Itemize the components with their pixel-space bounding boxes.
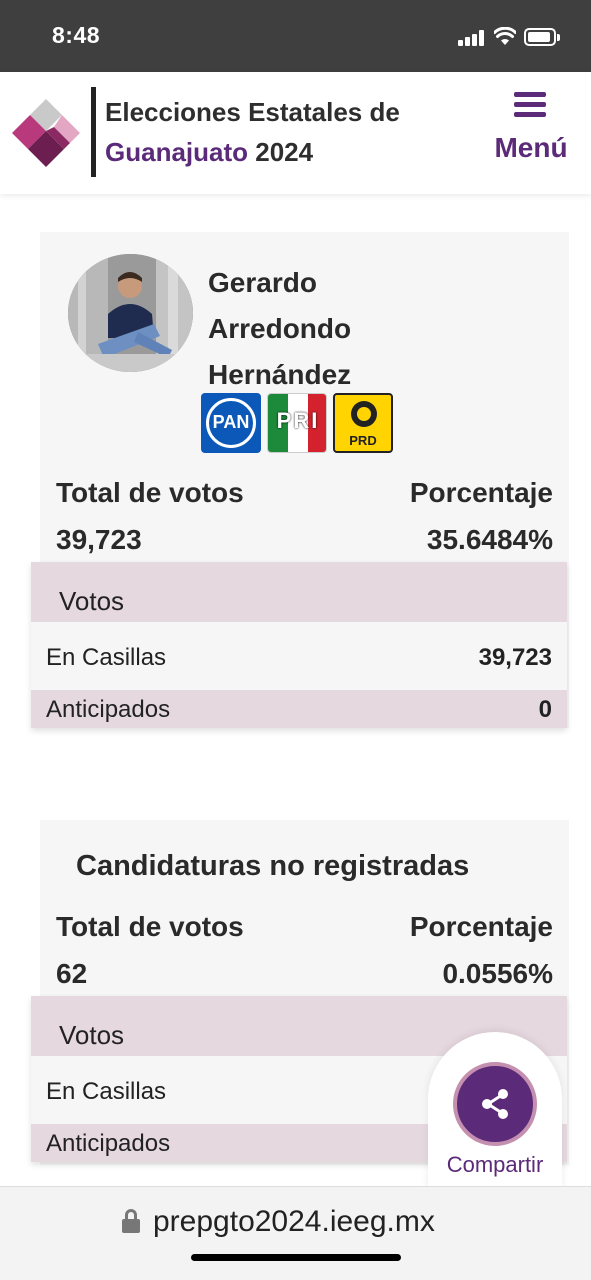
share-icon bbox=[482, 1089, 508, 1119]
status-bar: 8:48 bbox=[0, 0, 591, 72]
browser-address-bar[interactable]: prepgto2024.ieeg.mx bbox=[0, 1186, 591, 1280]
row-label: En Casillas bbox=[46, 644, 167, 671]
section-title: Candidaturas no registradas bbox=[76, 850, 470, 882]
header-divider bbox=[91, 87, 96, 177]
candidate-avatar bbox=[68, 254, 193, 372]
percentage-value: 35.6484% bbox=[426, 524, 553, 555]
lock-icon bbox=[122, 1209, 140, 1233]
election-year: 2024 bbox=[248, 137, 314, 167]
table-row: En Casillas 39,723 bbox=[31, 622, 567, 690]
share-button[interactable]: Compartir bbox=[428, 1032, 562, 1192]
candidate-name: Gerardo Arredondo Hernández bbox=[208, 267, 352, 390]
url-text: prepgto2024.ieeg.mx bbox=[153, 1205, 435, 1238]
candidate-card: Gerardo Arredondo Hernández PAN PRI PRD … bbox=[31, 232, 569, 728]
ieeg-logo bbox=[8, 95, 84, 171]
votes-table-header: Votos bbox=[31, 562, 567, 622]
table-row: Anticipados 0 bbox=[31, 690, 567, 728]
row-value: 39,723 bbox=[478, 644, 552, 671]
hamburger-icon bbox=[514, 92, 546, 118]
home-indicator[interactable] bbox=[191, 1254, 401, 1261]
prd-label: PRD bbox=[349, 433, 377, 448]
votes-breakdown-table: Votos En Casillas 39,723 Anticipados 0 bbox=[31, 562, 567, 728]
menu-label: Menú bbox=[494, 132, 568, 163]
pri-label: PRI bbox=[276, 408, 320, 433]
total-votes-label: Total de votos bbox=[56, 911, 244, 942]
total-votes-label: Total de votos bbox=[56, 477, 244, 508]
wifi-icon bbox=[494, 27, 516, 45]
row-label: En Casillas bbox=[46, 1078, 167, 1105]
row-label: Anticipados bbox=[46, 1130, 171, 1157]
pri-logo: PRI bbox=[267, 393, 327, 453]
percentage-value: 0.0556% bbox=[442, 958, 553, 989]
status-time: 8:48 bbox=[52, 22, 101, 48]
page-title: Elecciones Estatales de bbox=[105, 97, 400, 127]
battery-icon bbox=[524, 28, 560, 46]
site-header: Elecciones Estatales de Guanajuato 2024 … bbox=[0, 72, 591, 194]
page-subtitle: Guanajuato 2024 bbox=[105, 137, 313, 168]
percentage-label: Porcentaje bbox=[409, 911, 553, 942]
share-circle bbox=[453, 1062, 537, 1146]
pan-label: PAN bbox=[212, 412, 250, 432]
total-votes-value: 39,723 bbox=[56, 524, 142, 555]
cellular-signal-icon bbox=[458, 30, 486, 46]
percentage-label: Porcentaje bbox=[409, 477, 553, 508]
total-votes-value: 62 bbox=[56, 958, 88, 989]
row-value: 0 bbox=[538, 696, 552, 723]
state-name: Guanajuato bbox=[105, 137, 249, 167]
row-label: Anticipados bbox=[46, 696, 171, 723]
menu-button[interactable]: Menú bbox=[486, 90, 576, 170]
share-label: Compartir bbox=[446, 1152, 544, 1177]
prd-logo: PRD bbox=[333, 393, 393, 453]
pan-logo: PAN bbox=[201, 393, 261, 453]
